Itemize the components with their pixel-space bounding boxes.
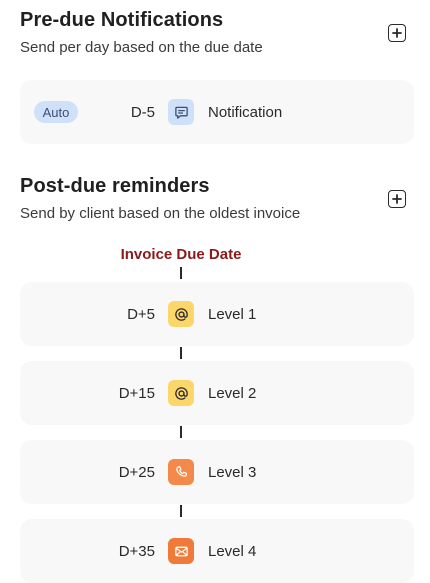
reminder-level-3[interactable]: D+25 Level 3: [20, 440, 414, 504]
pre-due-title: Pre-due Notifications: [20, 9, 224, 31]
day-offset: D+5: [127, 305, 155, 323]
at-sign-icon: [168, 380, 194, 406]
level-label: Level 1: [208, 305, 257, 323]
envelope-icon: [168, 538, 194, 564]
day-offset: D+15: [118, 384, 155, 402]
notification-label: Notification: [208, 103, 283, 121]
post-due-subtitle: Send by client based on the oldest invoi…: [20, 205, 301, 222]
add-pre-due-button[interactable]: [388, 24, 406, 42]
phone-icon: [168, 459, 194, 485]
day-offset: D-5: [130, 103, 155, 121]
day-offset: D+25: [118, 463, 155, 481]
timeline-connector: [180, 426, 182, 438]
pre-due-subtitle: Send per day based on the due date: [20, 39, 263, 56]
auto-badge: Auto: [34, 101, 78, 123]
day-offset: D+35: [118, 542, 155, 560]
level-label: Level 3: [208, 463, 257, 481]
timeline-connector: [180, 267, 182, 279]
reminder-level-1[interactable]: D+5 Level 1: [20, 282, 414, 346]
reminder-level-4[interactable]: D+35 Level 4: [20, 519, 414, 583]
invoice-due-date-label: Invoice Due Date: [120, 246, 242, 263]
chat-message-icon: [168, 99, 194, 125]
reminder-level-2[interactable]: D+15 Level 2: [20, 361, 414, 425]
pre-due-card[interactable]: Auto D-5 Notification: [20, 80, 414, 144]
at-sign-icon: [168, 301, 194, 327]
post-due-title: Post-due reminders: [20, 175, 210, 197]
timeline-connector: [180, 347, 182, 359]
add-post-due-button[interactable]: [388, 190, 406, 208]
plus-icon: [392, 194, 402, 204]
timeline-connector: [180, 505, 182, 517]
level-label: Level 2: [208, 384, 257, 402]
plus-icon: [392, 28, 402, 38]
level-label: Level 4: [208, 542, 257, 560]
